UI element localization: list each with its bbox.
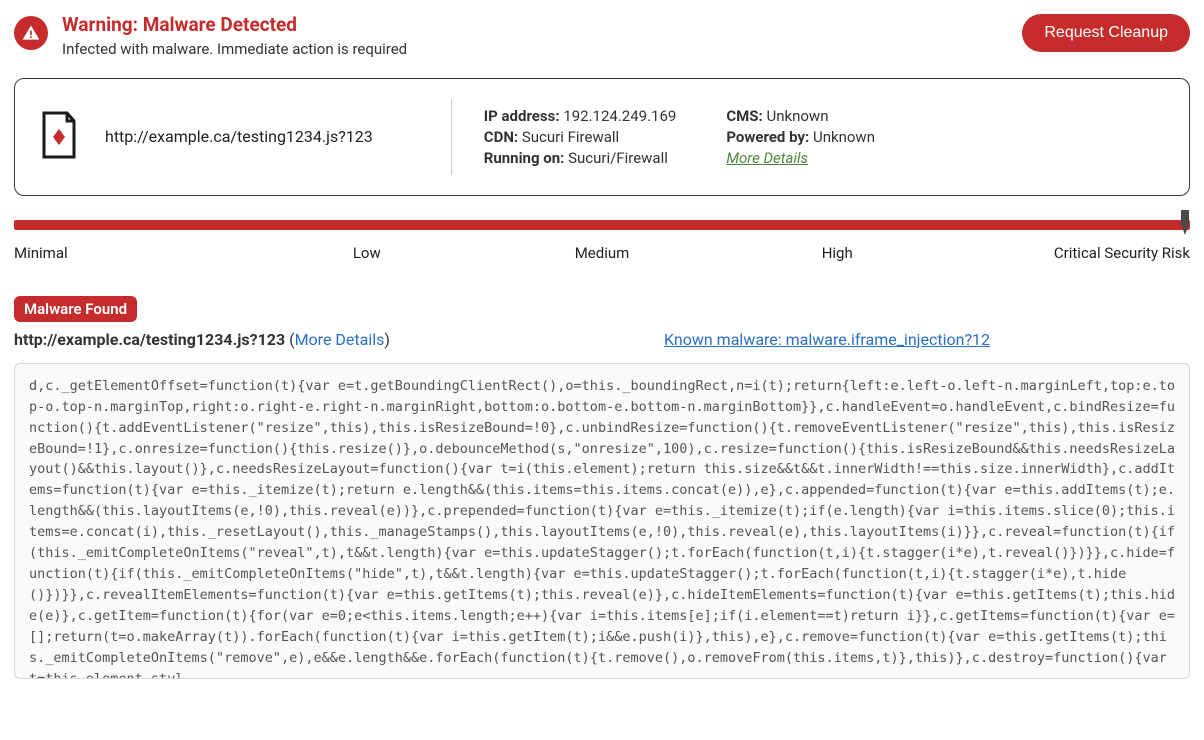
ip-value: 192.124.249.169 [563,107,676,125]
powered-by-value: Unknown [813,128,875,146]
cms-value: Unknown [766,107,828,125]
result-url-line: http://example.ca/testing1234.js?123 (Mo… [14,330,390,349]
risk-bar-fill [14,220,1190,230]
warning-title: Warning: Malware Detected [62,14,407,37]
scanned-url: http://example.ca/testing1234.js?123 [105,127,373,146]
running-on-value: Sucuri/Firewall [568,149,668,167]
alert-icon [14,16,48,50]
malware-code-block: d,c._getElementOffset=function(t){var e=… [14,363,1190,679]
malware-found-badge: Malware Found [14,296,137,322]
more-details-link[interactable]: More Details [726,149,808,167]
cms-label: CMS: [726,107,762,125]
request-cleanup-button[interactable]: Request Cleanup [1022,14,1190,52]
risk-labels: Minimal Low Medium High Critical Securit… [14,244,1190,262]
running-on-label: Running on: [484,149,565,167]
risk-label-critical: Critical Security Risk [955,244,1190,262]
risk-label-minimal: Minimal [14,244,249,262]
warning-subtitle: Infected with malware. Immediate action … [62,40,407,58]
ip-label: IP address: [484,107,560,125]
warning-header-left: Warning: Malware Detected Infected with … [14,14,407,58]
risk-label-low: Low [249,244,484,262]
result-section: Malware Found http://example.ca/testing1… [0,262,1204,349]
meta-column-left: IP address: 192.124.249.169 CDN: Sucuri … [484,107,677,167]
known-malware-link[interactable]: Known malware: malware.iframe_injection?… [664,330,990,349]
result-more-details-link[interactable]: More Details [295,330,385,349]
risk-marker-icon [1178,210,1192,240]
site-summary-card: http://example.ca/testing1234.js?123 IP … [14,78,1190,196]
vertical-divider [451,99,452,175]
risk-track [14,214,1190,234]
file-warning-icon [39,111,79,163]
warning-header: Warning: Malware Detected Infected with … [0,0,1204,68]
result-left: Malware Found http://example.ca/testing1… [14,296,390,349]
risk-meter: Minimal Low Medium High Critical Securit… [0,214,1204,262]
meta-column-right: CMS: Unknown Powered by: Unknown More De… [726,107,875,167]
cdn-value: Sucuri Firewall [522,128,619,146]
powered-by-label: Powered by: [726,128,809,146]
result-url: http://example.ca/testing1234.js?123 [14,330,285,349]
risk-label-medium: Medium [484,244,719,262]
cdn-label: CDN: [484,128,518,146]
warning-text-block: Warning: Malware Detected Infected with … [62,14,407,58]
risk-label-high: High [720,244,955,262]
